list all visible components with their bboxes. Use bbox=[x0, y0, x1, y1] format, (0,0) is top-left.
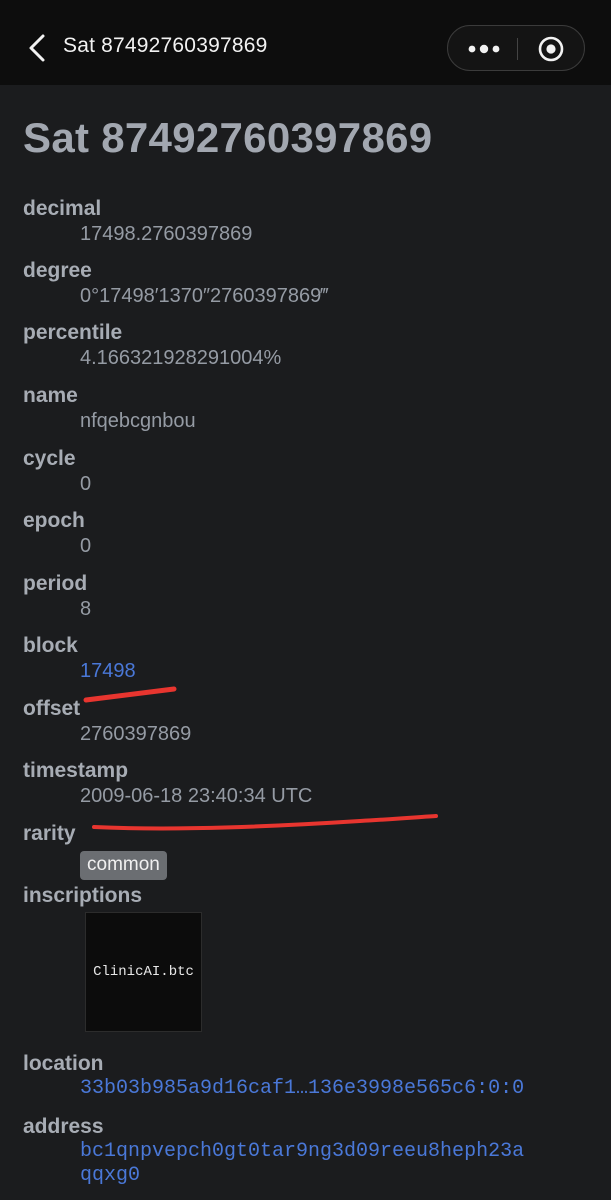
close-target-icon[interactable] bbox=[536, 35, 566, 63]
inscription-text: ClinicAI.btc bbox=[93, 964, 194, 980]
field-value-wrap: 33b03b985a9d16caf1…136e3998e565c6:0:0 bbox=[80, 1077, 524, 1101]
field-label: offset bbox=[23, 697, 81, 720]
inscription-thumbnail[interactable]: ClinicAI.btc bbox=[85, 912, 202, 1032]
field-value: 0°17498′1370″2760397869‴ bbox=[80, 285, 329, 307]
capsule-divider bbox=[517, 38, 518, 60]
address-link[interactable]: bc1qnpvepch0gt0tar9ng3d09reeu8heph23a qq… bbox=[80, 1140, 524, 1188]
field-value: 2009-06-18 23:40:34 UTC bbox=[80, 785, 313, 807]
block-link[interactable]: 17498 bbox=[80, 660, 136, 682]
field-address: address bc1qnpvepch0gt0tar9ng3d09reeu8he… bbox=[23, 1114, 524, 1188]
page-title: Sat 87492760397869 bbox=[23, 114, 433, 161]
field-label: degree bbox=[23, 259, 92, 282]
field-degree: degree 0°17498′1370″2760397869‴ bbox=[23, 258, 328, 308]
field-label: rarity bbox=[23, 822, 76, 845]
field-label: cycle bbox=[23, 447, 76, 470]
nav-title: Sat 87492760397869 bbox=[63, 34, 268, 57]
field-value: 17498.2760397869 bbox=[80, 223, 253, 245]
field-rarity: rarity common bbox=[23, 821, 167, 880]
field-label: location bbox=[23, 1052, 104, 1075]
field-label: block bbox=[23, 634, 78, 657]
field-percentile: percentile 4.166321928291004% bbox=[23, 320, 281, 370]
field-label: decimal bbox=[23, 197, 102, 220]
top-nav-bar: Sat 87492760397869 bbox=[0, 0, 611, 85]
field-value: 8 bbox=[80, 598, 92, 620]
field-value: 0 bbox=[80, 535, 92, 557]
field-label: epoch bbox=[23, 509, 85, 532]
location-link[interactable]: 33b03b985a9d16caf1…136e3998e565c6:0:0 bbox=[80, 1077, 524, 1100]
rarity-badge: common bbox=[80, 851, 167, 880]
field-value: 0 bbox=[80, 473, 92, 495]
field-value-wrap: 17498 bbox=[80, 659, 136, 683]
field-value: 4.166321928291004% bbox=[80, 347, 282, 369]
field-period: period 8 bbox=[23, 571, 91, 621]
field-label: period bbox=[23, 572, 88, 595]
field-cycle: cycle 0 bbox=[23, 446, 91, 496]
field-label: inscriptions bbox=[23, 884, 143, 907]
field-value: 2760397869 bbox=[80, 723, 192, 745]
field-value: nfqebcgnbou bbox=[80, 410, 196, 432]
field-inscriptions: inscriptions bbox=[23, 883, 142, 909]
back-arrow-icon[interactable] bbox=[24, 30, 52, 66]
field-label: timestamp bbox=[23, 759, 129, 782]
field-label: address bbox=[23, 1115, 104, 1138]
field-decimal: decimal 17498.2760397869 bbox=[23, 196, 252, 246]
field-block: block 17498 bbox=[23, 633, 136, 683]
mini-program-capsule bbox=[447, 25, 585, 71]
more-dots-icon[interactable] bbox=[466, 36, 502, 62]
address-line-1: bc1qnpvepch0gt0tar9ng3d09reeu8heph23a bbox=[80, 1140, 525, 1163]
field-offset: offset 2760397869 bbox=[23, 696, 191, 746]
field-epoch: epoch 0 bbox=[23, 508, 91, 558]
address-line-2: qqxg0 bbox=[80, 1164, 141, 1187]
field-name: name nfqebcgnbou bbox=[23, 383, 196, 433]
field-label: name bbox=[23, 384, 78, 407]
field-timestamp: timestamp 2009-06-18 23:40:34 UTC bbox=[23, 758, 312, 808]
field-label: percentile bbox=[23, 321, 123, 344]
field-location: location 33b03b985a9d16caf1…136e3998e565… bbox=[23, 1051, 524, 1101]
